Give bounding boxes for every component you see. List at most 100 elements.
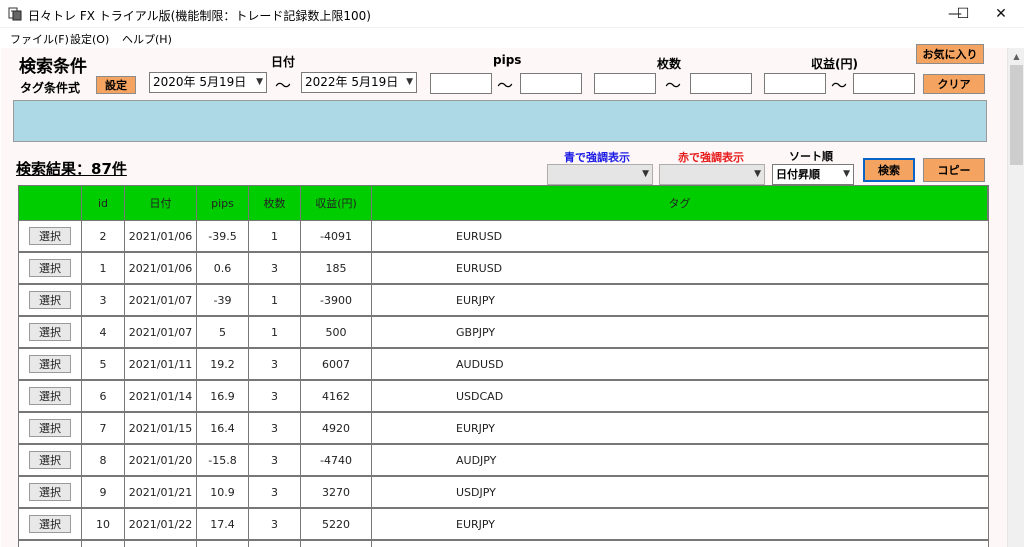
search-conditions-heading: 検索条件	[19, 57, 87, 77]
table-row: 選択 6 2021/01/14 16.9 3 4162 USDCAD	[18, 381, 989, 413]
select-button[interactable]: 選択	[29, 419, 71, 437]
column-header-pips[interactable]: pips	[197, 186, 249, 220]
red-highlight-label: 赤で強調表示	[678, 151, 744, 164]
lots-label: 枚数	[657, 57, 682, 71]
tag-settings-button[interactable]: 設定	[96, 76, 136, 94]
select-button[interactable]: 選択	[29, 515, 71, 533]
profit-label: 収益(円)	[811, 57, 858, 71]
cell-lots: 1	[249, 285, 301, 315]
cell-profit: -4091	[301, 221, 372, 251]
maximize-icon: ☐	[956, 6, 970, 22]
chevron-down-icon: ▼	[406, 77, 413, 87]
select-button[interactable]: 選択	[29, 387, 71, 405]
cell-profit: -3900	[301, 285, 372, 315]
cell-id: 3	[82, 285, 125, 315]
cell-lots: 3	[249, 413, 301, 443]
select-button[interactable]: 選択	[29, 259, 71, 277]
cell-lots: 1	[249, 317, 301, 347]
menu-settings[interactable]: 設定(O)	[70, 31, 109, 47]
pips-range-tilde: 〜	[497, 76, 514, 95]
cell-id: 9	[82, 477, 125, 507]
red-highlight-select[interactable]: ▼	[659, 164, 765, 185]
table-header: id 日付 pips 枚数 収益(円) タグ	[18, 185, 989, 221]
vertical-scrollbar[interactable]: ▲	[1007, 48, 1024, 547]
cell-tag: EURUSD	[372, 253, 989, 283]
date-range-tilde: 〜	[275, 76, 292, 95]
column-header-id[interactable]: id	[82, 186, 125, 220]
cell-lots: 3	[249, 253, 301, 283]
profit-range-tilde: 〜	[831, 76, 848, 95]
cell-date: 2021/01/06	[125, 221, 197, 251]
cell-date: 2021/01/21	[125, 477, 197, 507]
cell-lots: 3	[249, 445, 301, 475]
lots-from-input[interactable]	[594, 73, 656, 94]
select-button[interactable]: 選択	[29, 355, 71, 373]
select-button[interactable]: 選択	[29, 483, 71, 501]
cell-tag: USDCAD	[372, 381, 989, 411]
cell-profit: 4920	[301, 413, 372, 443]
clear-button[interactable]: クリア	[923, 74, 985, 94]
cell-profit: 185	[301, 253, 372, 283]
copy-button[interactable]: コピー	[923, 158, 985, 182]
table-row-partial	[18, 541, 989, 547]
select-button[interactable]: 選択	[29, 323, 71, 341]
pips-to-input[interactable]	[520, 73, 582, 94]
menu-help[interactable]: ヘルプ(H)	[122, 31, 172, 47]
lots-to-input[interactable]	[690, 73, 752, 94]
table-row: 選択 8 2021/01/20 -15.8 3 -4740 AUDJPY	[18, 445, 989, 477]
cell-pips: 16.9	[197, 381, 249, 411]
column-header-select	[19, 186, 82, 220]
table-row: 選択 5 2021/01/11 19.2 3 6007 AUDUSD	[18, 349, 989, 381]
close-button[interactable]: ✕	[978, 0, 1024, 28]
select-button[interactable]: 選択	[29, 451, 71, 469]
pips-label: pips	[493, 53, 522, 67]
table-row: 選択 2 2021/01/06 -39.5 1 -4091 EURUSD	[18, 221, 989, 253]
results-table: id 日付 pips 枚数 収益(円) タグ 選択 2 2021/01/06 -…	[18, 185, 989, 547]
column-header-tag[interactable]: タグ	[372, 186, 988, 220]
sort-label: ソート順	[789, 150, 833, 163]
table-row: 選択 7 2021/01/15 16.4 3 4920 EURJPY	[18, 413, 989, 445]
cell-profit: 5220	[301, 509, 372, 539]
select-button[interactable]: 選択	[29, 291, 71, 309]
column-header-lots[interactable]: 枚数	[249, 186, 301, 220]
cell-pips: -39.5	[197, 221, 249, 251]
cell-id: 6	[82, 381, 125, 411]
cell-tag: EURUSD	[372, 221, 989, 251]
profit-to-input[interactable]	[853, 73, 915, 94]
tag-condition-display	[13, 100, 987, 142]
column-header-profit[interactable]: 収益(円)	[301, 186, 372, 220]
column-header-date[interactable]: 日付	[125, 186, 197, 220]
chevron-down-icon: ▼	[843, 169, 850, 179]
menu-file[interactable]: ファイル(F)	[10, 31, 69, 47]
scrollbar-thumb[interactable]	[1010, 65, 1023, 165]
pips-from-input[interactable]	[430, 73, 492, 94]
blue-highlight-label: 青で強調表示	[564, 151, 630, 164]
cell-pips: 5	[197, 317, 249, 347]
sort-order-select[interactable]: 日付昇順 ▼	[772, 164, 854, 185]
profit-from-input[interactable]	[764, 73, 826, 94]
select-button[interactable]: 選択	[29, 227, 71, 245]
cell-id: 2	[82, 221, 125, 251]
cell-lots: 3	[249, 477, 301, 507]
tag-condition-label: タグ条件式	[20, 81, 81, 95]
date-to-value: 2022年 5月19日	[305, 75, 399, 89]
cell-pips: -39	[197, 285, 249, 315]
title-bar: 日々トレ FX トライアル版(機能制限：トレード記録数上限100) — ☐ ✕	[0, 0, 1024, 28]
cell-id: 10	[82, 509, 125, 539]
table-row: 選択 1 2021/01/06 0.6 3 185 EURUSD	[18, 253, 989, 285]
cell-id: 1	[82, 253, 125, 283]
scroll-up-icon[interactable]: ▲	[1008, 48, 1024, 65]
cell-lots: 3	[249, 349, 301, 379]
search-button[interactable]: 検索	[863, 158, 915, 182]
date-to-picker[interactable]: 2022年 5月19日 ▼	[301, 72, 417, 93]
cell-pips: 19.2	[197, 349, 249, 379]
results-heading: 検索結果：87件	[16, 160, 127, 178]
cell-profit: -4740	[301, 445, 372, 475]
cell-lots: 3	[249, 509, 301, 539]
cell-pips: -15.8	[197, 445, 249, 475]
cell-profit: 500	[301, 317, 372, 347]
favorites-button[interactable]: お気に入り	[916, 44, 984, 64]
cell-pips: 10.9	[197, 477, 249, 507]
blue-highlight-select[interactable]: ▼	[547, 164, 653, 185]
date-from-picker[interactable]: 2020年 5月19日 ▼	[149, 72, 267, 93]
